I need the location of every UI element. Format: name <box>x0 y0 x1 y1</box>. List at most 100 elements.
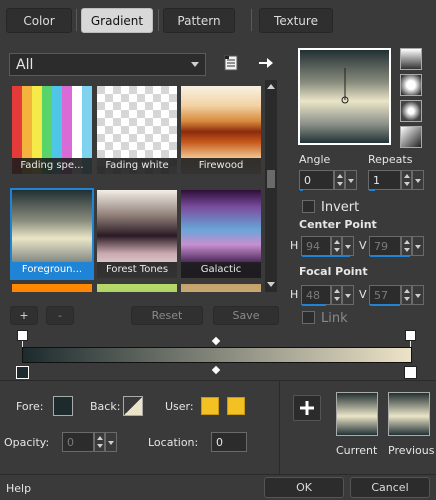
gradient-thumb[interactable]: Galactic <box>181 190 261 278</box>
repeats-spinner[interactable] <box>401 170 412 190</box>
center-h-label: H <box>290 239 299 252</box>
scroll-thumb[interactable] <box>267 170 275 188</box>
angle-bar <box>300 189 303 191</box>
current-swatch <box>336 392 378 436</box>
focal-v-spinner[interactable] <box>401 285 412 305</box>
tab-divider <box>76 9 77 31</box>
add-stop-button[interactable]: + <box>10 306 38 325</box>
file-menu-icon[interactable] <box>222 54 240 72</box>
invert-checkbox[interactable] <box>302 200 315 213</box>
fore-swatch[interactable] <box>53 396 73 416</box>
angle-input[interactable]: 0 <box>299 170 334 190</box>
gradient-name: Forest Tones <box>97 262 177 278</box>
color-stop-right[interactable] <box>404 366 417 379</box>
previous-swatch[interactable] <box>388 392 430 436</box>
center-h-bar <box>302 255 350 257</box>
save-button[interactable]: Save <box>213 306 279 325</box>
focal-h-dropdown[interactable] <box>342 285 354 305</box>
focal-h-spinner[interactable] <box>331 285 342 305</box>
focal-h-label: H <box>290 288 299 301</box>
focal-h-input[interactable]: 48 <box>301 285 331 305</box>
help-link[interactable]: Help <box>6 482 31 495</box>
color-midpoint[interactable] <box>211 365 221 375</box>
center-v-bar <box>370 255 410 257</box>
center-v-input[interactable]: 79 <box>369 236 401 256</box>
gradient-swatch <box>97 284 177 292</box>
reset-button[interactable]: Reset <box>131 306 203 325</box>
gradient-thumb[interactable]: Fading spe... <box>12 86 92 174</box>
repeats-label: Repeats <box>368 153 413 166</box>
gradient-thumb[interactable] <box>12 284 92 292</box>
tab-gradient[interactable]: Gradient <box>81 8 153 33</box>
opacity-label: Opacity: <box>4 436 50 449</box>
gradient-name: Firewood <box>181 158 261 174</box>
focal-v-dropdown[interactable] <box>412 285 424 305</box>
focal-v-input[interactable]: 57 <box>369 285 401 305</box>
center-point-label: Center Point <box>299 218 377 231</box>
opacity-stop-left[interactable] <box>17 330 28 341</box>
gradient-thumb[interactable] <box>181 284 261 292</box>
scroll-down-icon[interactable] <box>267 282 275 287</box>
user-swatch[interactable] <box>201 397 219 415</box>
angle-dropdown[interactable] <box>345 170 357 190</box>
chevron-down-icon <box>191 62 199 67</box>
gradient-thumb[interactable]: Forest Tones <box>97 190 177 278</box>
category-dropdown-value: All <box>16 56 34 73</box>
current-label: Current <box>336 444 378 457</box>
tab-color[interactable]: Color <box>6 8 72 33</box>
center-v-dropdown[interactable] <box>412 236 424 256</box>
opacity-midpoint[interactable] <box>211 336 221 346</box>
center-h-spinner[interactable] <box>331 236 342 256</box>
arrow-right-icon[interactable] <box>256 54 274 72</box>
opacity-stop-right[interactable] <box>405 330 416 341</box>
rectangular-gradient-icon[interactable] <box>400 74 422 96</box>
user-swatch[interactable] <box>227 397 245 415</box>
divider <box>0 380 436 381</box>
opacity-input[interactable]: 0 <box>62 432 94 452</box>
repeats-dropdown[interactable] <box>412 170 424 190</box>
link-checkbox[interactable] <box>302 311 315 324</box>
radial-gradient-icon[interactable] <box>400 126 422 148</box>
divider <box>0 474 436 475</box>
opacity-dropdown[interactable] <box>105 432 117 452</box>
gradient-library: Fading spe... Fading white Firewood Fore… <box>9 80 277 292</box>
center-v-spinner[interactable] <box>401 236 412 256</box>
scroll-up-icon[interactable] <box>267 84 275 89</box>
tab-pattern[interactable]: Pattern <box>163 8 235 33</box>
angle-spinner[interactable] <box>334 170 345 190</box>
center-h-dropdown[interactable] <box>342 236 354 256</box>
center-h-input[interactable]: 94 <box>301 236 331 256</box>
location-input[interactable]: 0 <box>211 432 247 452</box>
cancel-button[interactable]: Cancel <box>350 477 430 498</box>
add-swatch-button[interactable] <box>293 395 321 421</box>
gradient-name: Galactic <box>181 262 261 278</box>
tab-texture[interactable]: Texture <box>259 8 333 33</box>
angle-label: Angle <box>299 153 331 166</box>
fore-label: Fore: <box>16 400 44 413</box>
gradient-thumb[interactable] <box>97 284 177 292</box>
library-scrollbar[interactable] <box>265 80 277 292</box>
repeats-input[interactable]: 1 <box>368 170 401 190</box>
gradient-thumb[interactable]: Foregroun... <box>10 188 94 280</box>
gradient-swatch <box>181 284 261 292</box>
opacity-spinner[interactable] <box>94 432 105 452</box>
location-label: Location: <box>148 436 199 449</box>
category-dropdown[interactable]: All <box>9 53 206 76</box>
gradient-name: Foregroun... <box>12 262 92 278</box>
gradient-bar[interactable] <box>22 347 412 363</box>
ok-button[interactable]: OK <box>264 477 344 498</box>
linear-gradient-icon[interactable] <box>400 48 422 70</box>
remove-stop-button[interactable]: - <box>46 306 74 325</box>
gradient-preview[interactable] <box>298 48 391 145</box>
color-stop-left[interactable] <box>16 366 29 379</box>
gradient-name: Fading white <box>97 158 177 174</box>
back-swatch[interactable] <box>123 396 143 416</box>
center-v-label: V <box>359 239 367 252</box>
sunburst-gradient-icon[interactable] <box>400 100 422 122</box>
user-label: User: <box>165 400 194 413</box>
gradient-thumb[interactable]: Fading white <box>97 86 177 174</box>
focal-point-label: Focal Point <box>299 265 368 278</box>
gradient-thumb[interactable]: Firewood <box>181 86 261 174</box>
gradient-name: Fading spe... <box>12 158 92 174</box>
link-label: Link <box>321 311 348 326</box>
